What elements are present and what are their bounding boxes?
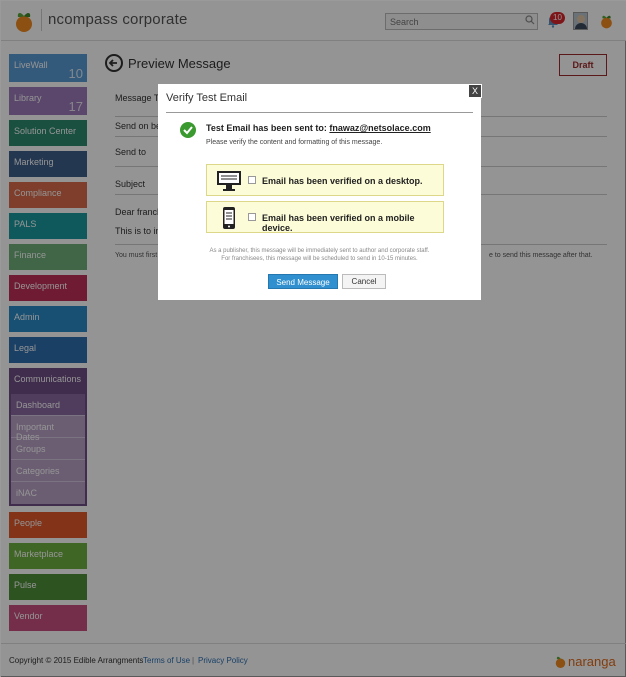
publisher-note-line: For franchisees, this message will be sc… xyxy=(221,256,418,262)
close-button[interactable]: X xyxy=(468,84,482,98)
mobile-verify-box: Email has been verified on a mobile devi… xyxy=(206,201,444,233)
mobile-phone-icon xyxy=(223,207,235,229)
sent-prefix: Test Email has been sent to: xyxy=(206,123,327,133)
desktop-verify-box: Email has been verified on a desktop. xyxy=(206,164,444,196)
send-message-button[interactable]: Send Message xyxy=(268,274,338,289)
publisher-note-line: As a publisher, this message will be imm… xyxy=(209,248,430,254)
check-icon xyxy=(180,122,196,138)
verify-email-modal: Verify Test Email X Test Email has been … xyxy=(158,84,482,300)
desktop-icon xyxy=(217,171,241,191)
mobile-verified-checkbox[interactable] xyxy=(248,213,256,221)
desktop-verified-label: Email has been verified on a desktop. xyxy=(262,176,423,186)
verify-instructions: Please verify the content and formatting… xyxy=(206,139,383,146)
mobile-verified-label: Email has been verified on a mobile devi… xyxy=(262,213,415,233)
sent-confirmation: Test Email has been sent to: fnawaz@nets… xyxy=(206,123,431,133)
cancel-button[interactable]: Cancel xyxy=(342,274,386,289)
publisher-note: As a publisher, this message will be imm… xyxy=(158,247,481,263)
modal-divider xyxy=(166,112,473,113)
sent-email-address: fnawaz@netsolace.com xyxy=(329,123,431,133)
desktop-verified-checkbox[interactable] xyxy=(248,176,256,184)
modal-title: Verify Test Email xyxy=(166,92,248,104)
